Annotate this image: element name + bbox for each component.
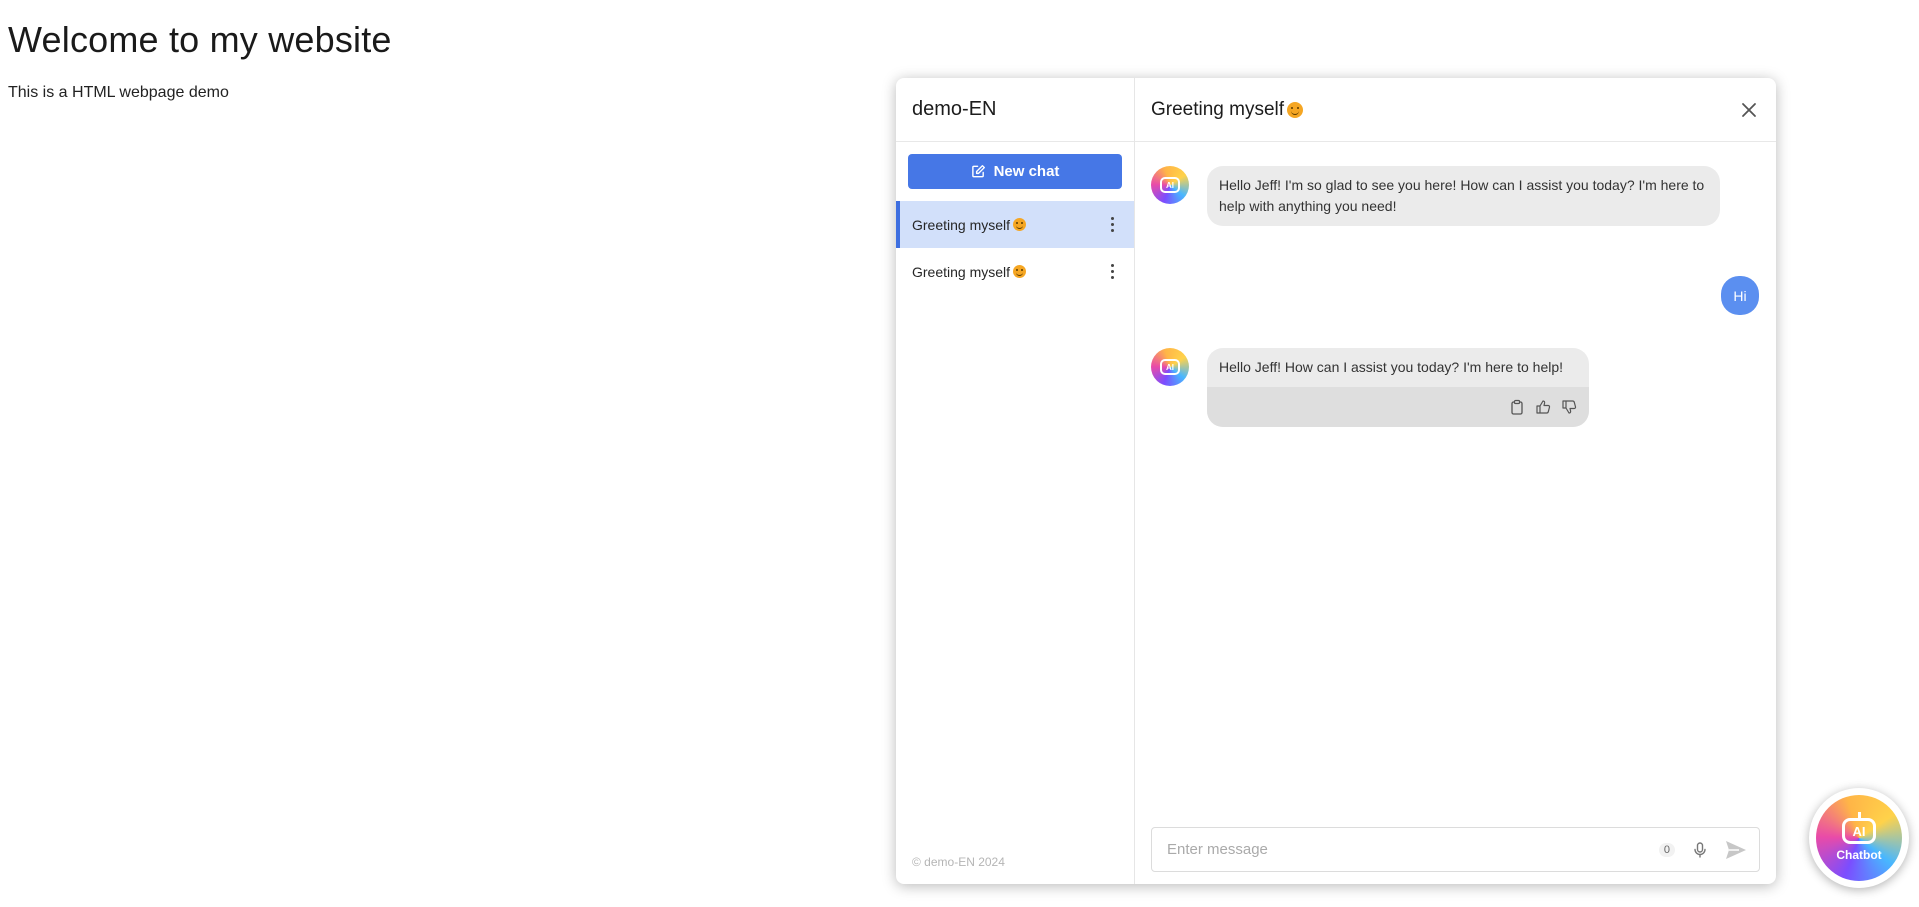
bot-message-text: Hello Jeff! How can I assist you today? … <box>1219 359 1564 375</box>
sidebar-footer: © demo-EN 2024 <box>912 855 1005 869</box>
chatbot-label: Chatbot <box>1836 848 1882 862</box>
conversation-label: Greeting myself <box>912 216 1011 233</box>
emoji-icon <box>1013 265 1027 278</box>
bot-avatar: AI <box>1151 166 1189 204</box>
char-count: 0 <box>1658 842 1675 857</box>
thumbs-down-icon[interactable] <box>1561 399 1577 415</box>
message-actions <box>1207 387 1589 427</box>
close-icon[interactable] <box>1738 99 1760 121</box>
chat-header: Greeting myself <box>1135 78 1776 142</box>
bot-message: Hello Jeff! I'm so glad to see you here!… <box>1207 166 1720 226</box>
emoji-icon <box>1013 218 1027 231</box>
thumbs-up-icon[interactable] <box>1535 399 1551 415</box>
more-vertical-icon[interactable] <box>1104 213 1120 237</box>
send-icon[interactable] <box>1723 839 1749 861</box>
conversation-label: Greeting myself <box>912 263 1011 280</box>
sidebar-title: demo-EN <box>896 78 1134 142</box>
chatbot-icon: AI <box>1842 812 1876 844</box>
user-message: Hi <box>1721 276 1759 315</box>
message-input-bar: 0 <box>1151 827 1760 872</box>
bot-message: Hello Jeff! How can I assist you today? … <box>1207 348 1589 427</box>
conversation-item[interactable]: Greeting myself <box>896 201 1134 248</box>
message-list: AI Hello Jeff! I'm so glad to see you he… <box>1135 142 1776 884</box>
copy-icon[interactable] <box>1509 399 1525 415</box>
chat-title: Greeting myself <box>1151 98 1285 120</box>
page-title: Welcome to my website <box>8 19 392 60</box>
chat-sidebar: demo-EN New chat Greeting myself Greetin… <box>896 78 1135 884</box>
chatbot-launcher-button[interactable]: AI Chatbot <box>1809 788 1909 888</box>
chat-main: Greeting myself AI Hello Jeff! I'm so gl… <box>1135 78 1776 884</box>
chat-window: demo-EN New chat Greeting myself Greetin… <box>896 78 1776 884</box>
page-text: This is a HTML webpage demo <box>8 84 229 101</box>
new-chat-label: New chat <box>993 163 1060 180</box>
bot-avatar: AI <box>1151 348 1189 386</box>
more-vertical-icon[interactable] <box>1104 260 1120 284</box>
edit-icon <box>971 164 985 178</box>
message-input[interactable] <box>1165 840 1659 859</box>
emoji-icon <box>1287 101 1304 118</box>
mic-icon[interactable] <box>1691 841 1709 859</box>
new-chat-button[interactable]: New chat <box>908 154 1122 189</box>
conversation-item[interactable]: Greeting myself <box>896 248 1134 295</box>
bot-message-text: Hello Jeff! I'm so glad to see you here!… <box>1219 177 1705 214</box>
